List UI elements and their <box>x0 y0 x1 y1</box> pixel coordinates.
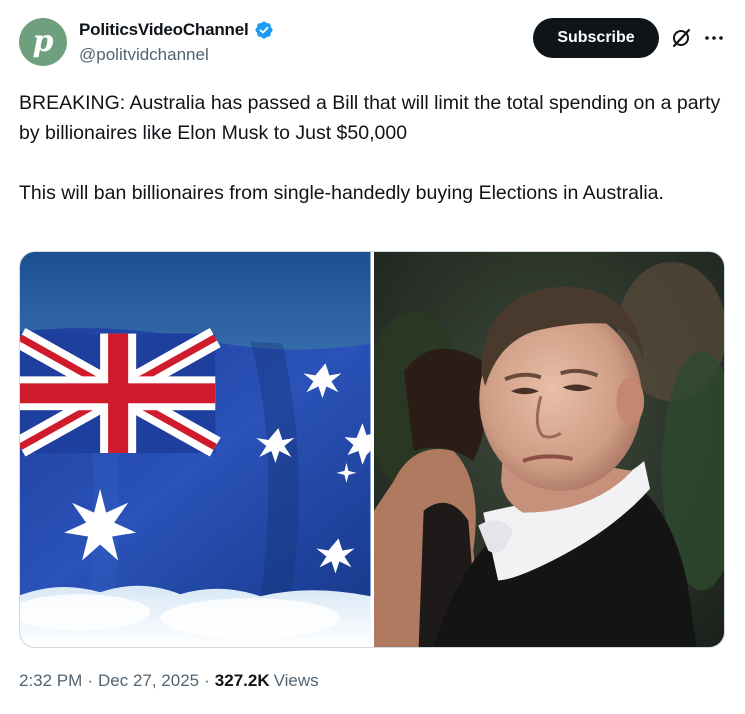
avatar[interactable]: p <box>19 18 67 66</box>
meta-separator: · <box>204 671 210 690</box>
avatar-letter: p <box>32 23 54 59</box>
man-in-tuxedo-image <box>373 252 724 647</box>
more-horizontal-icon[interactable] <box>702 26 726 50</box>
tweet-paragraph: This will ban billionaires from single-h… <box>19 182 664 204</box>
meta-separator: · <box>87 671 93 690</box>
grok-icon[interactable] <box>669 26 693 50</box>
tweet-time[interactable]: 2:32 PM <box>19 671 82 691</box>
tweet-meta: 2:32 PM · Dec 27, 2025 · 327.2K Views <box>19 671 319 691</box>
author-name-row: PoliticsVideoChannel <box>79 20 274 40</box>
australian-flag-image <box>20 252 371 647</box>
views-count: 327.2K <box>214 671 270 690</box>
author-handle[interactable]: @politvidchannel <box>79 45 209 65</box>
subscribe-button[interactable]: Subscribe <box>533 18 659 58</box>
media-image-portrait[interactable] <box>373 252 724 647</box>
views-label: Views <box>273 671 319 690</box>
tweet-date[interactable]: Dec 27, 2025 <box>98 671 199 691</box>
verified-badge-icon <box>254 21 273 39</box>
media-image-flag[interactable] <box>20 252 371 647</box>
tweet-text: BREAKING: Australia has passed a Bill th… <box>19 88 724 208</box>
display-name[interactable]: PoliticsVideoChannel <box>79 20 249 40</box>
tweet-paragraph: BREAKING: Australia has passed a Bill th… <box>19 92 721 144</box>
media-grid <box>19 251 725 648</box>
